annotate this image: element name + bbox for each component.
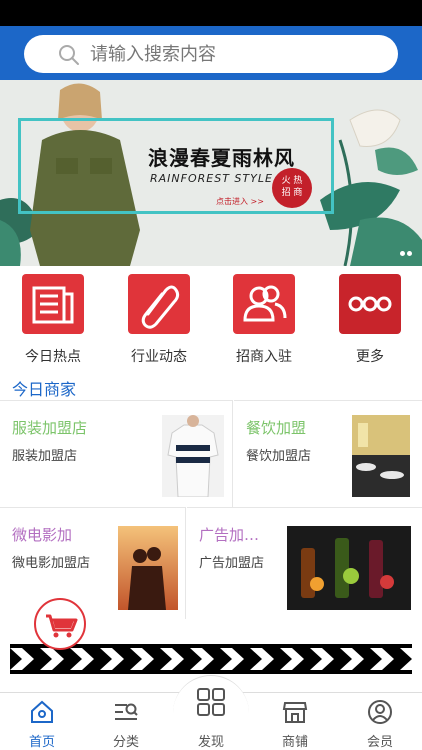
tshirt-photo <box>162 415 224 497</box>
quick-item-hot-news[interactable]: 今日热点 <box>13 274 93 365</box>
merchant-title: 服装加盟店 <box>12 419 88 437</box>
banner-seal: 火 热 招 商 <box>272 168 312 208</box>
merchant-subtitle: 服装加盟店 <box>12 449 78 464</box>
floating-cart-button[interactable] <box>34 598 86 650</box>
quick-item-label: 今日热点 <box>25 349 81 365</box>
merchant-subtitle: 广告加盟店 <box>199 556 265 571</box>
tab-discover[interactable]: 发现 <box>169 675 253 750</box>
search-icon <box>59 45 79 65</box>
user-icon <box>368 700 392 724</box>
banner-subtitle: RAINFOREST STYLE <box>150 172 273 185</box>
quick-links: 今日热点 行业动态 招商入驻 更多 <box>0 266 422 365</box>
quick-item-more[interactable]: 更多 <box>330 274 410 365</box>
merchant-subtitle: 微电影加盟店 <box>12 556 91 571</box>
merchant-card-micro-film[interactable]: 微电影加 微电影加盟店 <box>0 507 186 619</box>
tab-label: 首页 <box>28 735 55 750</box>
tab-label: 发现 <box>197 735 224 750</box>
tab-label: 商铺 <box>281 735 308 750</box>
home-icon <box>31 700 53 723</box>
tab-store[interactable]: 商铺 <box>253 693 337 750</box>
merchant-title: 餐饮加盟 <box>246 419 307 437</box>
banner-cta[interactable]: 点击进入 >> <box>216 196 264 207</box>
merchant-subtitle: 餐饮加盟店 <box>246 449 312 464</box>
bottom-tab-bar: 首页 分类 发现 商铺 会员 <box>0 675 422 750</box>
tab-label: 分类 <box>112 735 139 750</box>
quick-item-industry-news[interactable]: 行业动态 <box>119 274 199 365</box>
restaurant-photo <box>352 415 410 497</box>
header-bar <box>0 26 422 80</box>
couple-photo <box>118 526 178 610</box>
cart-icon <box>46 614 78 638</box>
merchant-card-advertising[interactable]: 广告加… 广告加盟店 <box>187 507 422 619</box>
quick-item-label: 更多 <box>356 349 384 365</box>
status-bar <box>0 0 422 26</box>
tab-label: 会员 <box>366 735 393 750</box>
carousel-indicator[interactable] <box>398 241 412 260</box>
quick-item-label: 招商入驻 <box>236 349 292 365</box>
category-search-icon <box>115 703 138 720</box>
promo-banner[interactable]: 浪漫春夏雨林风 RAINFOREST STYLE 点击进入 >> 火 热 招 商 <box>0 80 422 266</box>
merchant-title: 微电影加 <box>12 526 73 544</box>
newspaper-icon <box>22 274 84 334</box>
search-input[interactable] <box>90 35 380 73</box>
grid-icon <box>197 688 225 716</box>
users-icon <box>233 274 295 334</box>
tab-home[interactable]: 首页 <box>0 693 84 750</box>
drinks-ad-photo <box>287 526 411 610</box>
banner-title: 浪漫春夏雨林风 <box>148 146 295 170</box>
quick-item-merchant-join[interactable]: 招商入驻 <box>224 274 304 365</box>
tab-member[interactable]: 会员 <box>338 693 422 750</box>
merchant-card-clothing[interactable]: 服装加盟店 服装加盟店 <box>0 400 233 507</box>
store-icon <box>282 702 308 723</box>
search-bar[interactable] <box>24 35 398 73</box>
merchant-card-catering[interactable]: 餐饮加盟 餐饮加盟店 <box>234 400 422 507</box>
paperclip-icon <box>128 274 190 334</box>
tab-category[interactable]: 分类 <box>84 693 168 750</box>
quick-item-label: 行业动态 <box>131 349 187 365</box>
merchant-title: 广告加… <box>199 526 260 544</box>
more-dots-icon <box>339 274 401 334</box>
section-title: 今日商家 <box>12 380 77 399</box>
